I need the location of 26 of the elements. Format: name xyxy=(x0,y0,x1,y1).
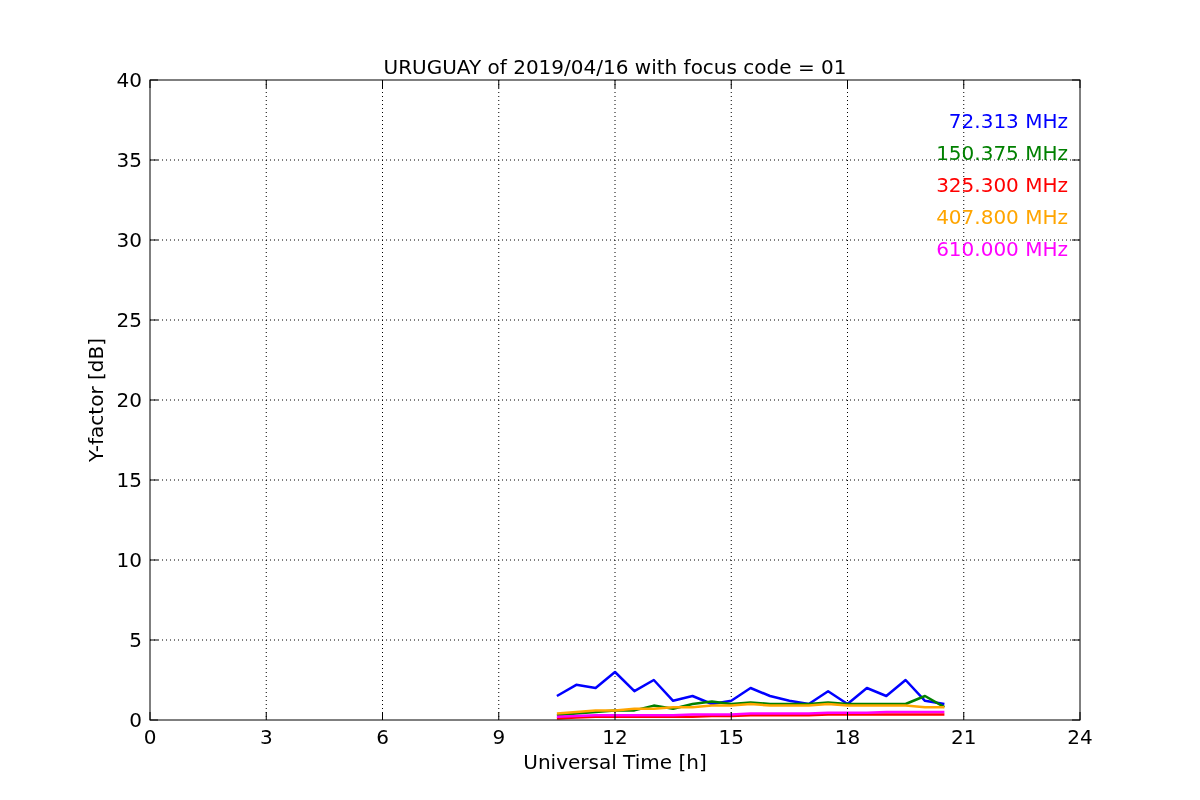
axis-label: Y-factor [dB] xyxy=(84,338,108,462)
tick-label: 12 xyxy=(602,725,628,749)
tick-label: 10 xyxy=(116,548,142,572)
legend-label: 325.300 MHz xyxy=(936,173,1068,197)
tick-label: 24 xyxy=(1067,725,1093,749)
legend-label: 610.000 MHz xyxy=(936,237,1068,261)
tick-label: 6 xyxy=(376,725,389,749)
tick-label: 15 xyxy=(718,725,744,749)
legend-label: 150.375 MHz xyxy=(936,141,1068,165)
tick-label: 9 xyxy=(492,725,506,749)
tick-label: 21 xyxy=(951,725,977,749)
tick-label: 40 xyxy=(116,68,142,92)
tick-label: 25 xyxy=(116,308,142,332)
legend-label: 72.313 MHz xyxy=(948,109,1068,133)
tick-label: 18 xyxy=(834,725,861,749)
tick-label: 30 xyxy=(116,228,142,252)
tick-label: 15 xyxy=(116,468,142,492)
axis-label: Universal Time [h] xyxy=(523,750,707,774)
legend-label: 407.800 MHz xyxy=(936,205,1068,229)
tick-label: 0 xyxy=(129,708,142,732)
tick-label: 0 xyxy=(143,725,157,749)
tick-label: 5 xyxy=(129,628,142,652)
tick-label: 20 xyxy=(116,388,142,412)
tick-label: 3 xyxy=(259,725,273,749)
tick-label: 35 xyxy=(116,148,142,172)
chart-title: URUGUAY of 2019/04/16 with focus code = 01 xyxy=(383,55,847,79)
